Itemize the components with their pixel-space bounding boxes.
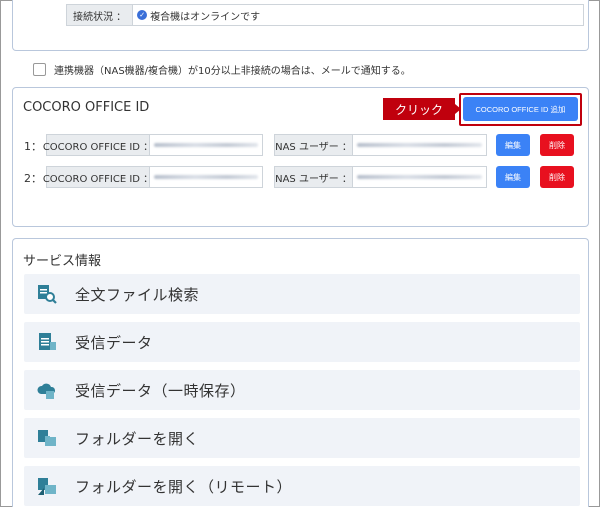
- service-info-panel: サービス情報 全文ファイル検索 受信データ 受信データ（一時保存） フォルダーを…: [12, 238, 589, 507]
- service-panel-title: サービス情報: [23, 254, 102, 269]
- service-item-received-data-temp[interactable]: 受信データ（一時保存）: [24, 370, 580, 410]
- service-label: 受信データ: [75, 333, 153, 352]
- connection-status-row: 接続状況 ： ✓ 複合機はオンラインです: [66, 4, 585, 26]
- service-item-open-folder[interactable]: フォルダーを開く: [24, 418, 580, 458]
- edit-button[interactable]: 編集: [496, 134, 530, 156]
- cocoro-id-input[interactable]: [150, 166, 263, 188]
- redacted-value: [154, 143, 258, 147]
- connection-panel: 接続状況 ： ✓ 複合機はオンラインです: [12, 0, 589, 51]
- notify-label: 連携機器（NAS機器/複合機）が10分以上非接続の場合は、メールで通知する。: [54, 66, 411, 77]
- cocoro-id-input[interactable]: [150, 134, 263, 156]
- click-callout: クリック: [383, 98, 461, 120]
- service-label: フォルダーを開く（リモート）: [75, 477, 293, 496]
- notify-checkbox[interactable]: [33, 63, 46, 76]
- redacted-value: [357, 143, 482, 147]
- add-cocoro-id-button[interactable]: COCORO OFFICE ID 追加: [463, 97, 578, 121]
- service-item-file-search[interactable]: 全文ファイル検索: [24, 274, 580, 314]
- delete-button[interactable]: 削除: [540, 166, 574, 188]
- redacted-value: [154, 175, 258, 179]
- service-label: 全文ファイル検索: [75, 285, 200, 304]
- cocoro-id-label: COCORO OFFICE ID ：: [43, 166, 153, 188]
- nas-user-input[interactable]: [353, 166, 487, 188]
- cloud-icon: [37, 383, 56, 399]
- row-number: 2：: [24, 172, 42, 185]
- edit-button[interactable]: 編集: [496, 166, 530, 188]
- service-label: 受信データ（一時保存）: [75, 381, 246, 400]
- nas-user-input[interactable]: [353, 134, 487, 156]
- cocoro-panel-title: COCORO OFFICE ID: [23, 100, 150, 115]
- connection-status-text: 複合機はオンラインです: [150, 11, 261, 23]
- file-search-icon: [38, 285, 57, 304]
- remote-folder-icon: [38, 478, 56, 495]
- notify-row: 連携機器（NAS機器/複合機）が10分以上非接続の場合は、メールで通知する。: [33, 62, 411, 77]
- connection-status-value: ✓ 複合機はオンラインです: [133, 4, 585, 26]
- cocoro-office-id-panel: COCORO OFFICE ID クリック COCORO OFFICE ID 追…: [12, 87, 589, 227]
- check-circle-icon: ✓: [137, 10, 148, 20]
- service-item-received-data[interactable]: 受信データ: [24, 322, 580, 362]
- nas-user-label: NAS ユーザー ：: [274, 134, 353, 156]
- nas-user-label: NAS ユーザー ：: [274, 166, 353, 188]
- redacted-value: [357, 175, 482, 179]
- document-icon: [39, 333, 56, 350]
- delete-button[interactable]: 削除: [540, 134, 574, 156]
- service-item-open-folder-remote[interactable]: フォルダーを開く（リモート）: [24, 466, 580, 506]
- connection-status-label: 接続状況 ：: [66, 4, 134, 26]
- row-number: 1：: [24, 140, 42, 153]
- cocoro-id-row: 2： COCORO OFFICE ID ： NAS ユーザー ： 編集 削除: [13, 166, 590, 188]
- cocoro-id-row: 1： COCORO OFFICE ID ： NAS ユーザー ： 編集 削除: [13, 134, 590, 156]
- service-label: フォルダーを開く: [75, 429, 200, 448]
- cocoro-id-label: COCORO OFFICE ID ：: [43, 134, 153, 156]
- folder-open-icon: [38, 430, 56, 446]
